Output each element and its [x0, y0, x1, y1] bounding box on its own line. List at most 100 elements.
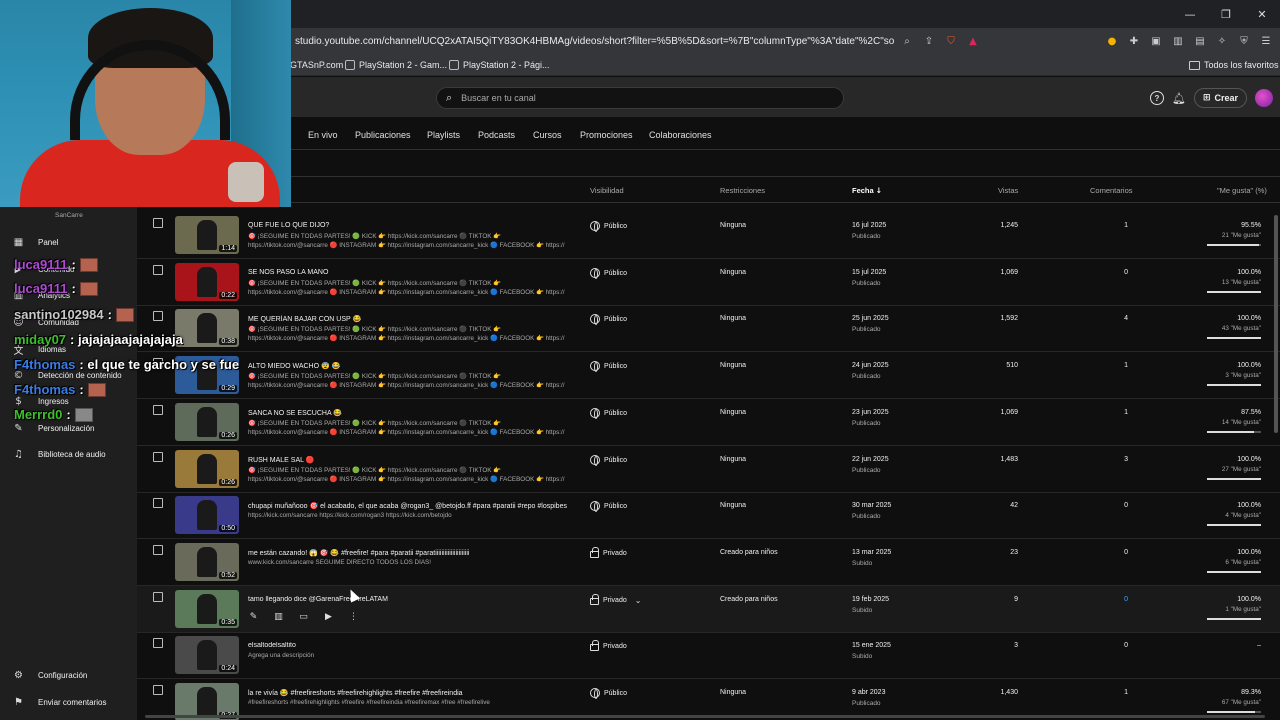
table-row[interactable]: 0:22 SE NOS PASÓ LA MANO 🎯 ¡SEGUIME EN TOD… [137, 259, 1280, 306]
column-comments[interactable]: Comentarios [1090, 186, 1133, 195]
video-title[interactable]: chupapi muñañooo 🎯 el acabado, el que ac… [248, 502, 568, 510]
edit-icon[interactable]: ✎ [248, 611, 259, 622]
chevron-down-icon[interactable]: ⌄ [635, 596, 642, 605]
sidebar-item-settings[interactable]: ⚙ Configuración [13, 670, 87, 681]
sidebar-item-earn[interactable]: $ Ingresos [13, 396, 68, 407]
video-thumbnail[interactable]: 0:52 [175, 543, 239, 581]
video-title[interactable]: SANCA NO SE ESCUCHA 😂 [248, 409, 568, 417]
video-thumbnail[interactable]: 0:22 [175, 263, 239, 301]
video-thumbnail[interactable]: 0:38 [175, 309, 239, 347]
all-bookmarks[interactable]: Todos los favoritos [1189, 60, 1279, 70]
video-thumbnail[interactable]: 0:35 [175, 590, 239, 628]
brave-shield-icon[interactable]: ⛉ [944, 34, 958, 48]
row-checkbox[interactable] [153, 685, 163, 695]
table-row[interactable]: 0:38 ME QUERÍAN BAJAR CON USP 😂 🎯 ¡SEGUIME… [137, 305, 1280, 352]
visibility-cell[interactable]: Privado [590, 640, 627, 651]
column-visibility[interactable]: Visibilidad [590, 186, 624, 195]
vertical-scrollbar[interactable] [1274, 215, 1278, 433]
row-checkbox[interactable] [153, 545, 163, 555]
sidebar-item-feedback[interactable]: ⚑ Enviar comentarios [13, 697, 106, 708]
sidebar-item-dashboard[interactable]: ▦ Panel [13, 237, 59, 248]
minimize-icon[interactable]: — [1172, 0, 1208, 28]
column-likes[interactable]: "Me gusta" (%) [1217, 186, 1267, 195]
more-options-icon[interactable]: ⋮ [348, 611, 359, 622]
video-thumbnail[interactable]: 0:50 [175, 496, 239, 534]
visibility-cell[interactable]: Público [590, 501, 627, 512]
video-thumbnail[interactable]: 0:24 [175, 636, 239, 674]
visibility-cell[interactable]: Público [590, 221, 627, 232]
column-views[interactable]: Vistas [998, 186, 1018, 195]
url-field[interactable]: studio.youtube.com/channel/UCQ2xATAI5QiT… [295, 36, 895, 47]
tab-podcasts[interactable]: Podcasts [478, 130, 515, 140]
row-checkbox[interactable] [153, 592, 163, 602]
column-restrictions[interactable]: Restricciones [720, 186, 765, 195]
row-checkbox[interactable] [153, 311, 163, 321]
horizontal-scrollbar[interactable] [145, 715, 1265, 718]
visibility-cell[interactable]: Público [590, 455, 627, 466]
bookmark-item[interactable]: PlayStation 2 - Gam... [345, 60, 447, 70]
sidebar-toggle-icon[interactable]: ▥ [1171, 34, 1185, 48]
bookmark-item[interactable]: GTASnP.com [290, 60, 343, 70]
row-checkbox[interactable] [153, 218, 163, 228]
visibility-cell[interactable]: Público [590, 408, 627, 419]
close-icon[interactable]: ✕ [1244, 0, 1280, 28]
video-title[interactable]: tamo llegando dice @GarenaFreeFireLATAM [248, 596, 568, 603]
youtube-icon[interactable]: ▶ [323, 611, 334, 622]
tab-courses[interactable]: Cursos [533, 130, 562, 140]
help-icon[interactable]: ? [1150, 91, 1164, 105]
brave-rewards-icon[interactable]: ▲ [966, 34, 980, 48]
extension-box-icon[interactable]: ▣ [1149, 34, 1163, 48]
video-title[interactable]: la re vivía 😂 #freefireshorts #freefireh… [248, 689, 568, 697]
wallet-icon[interactable]: ▤ [1193, 34, 1207, 48]
video-thumbnail[interactable]: 1:14 [175, 216, 239, 254]
visibility-cell[interactable]: Privado [590, 547, 627, 558]
column-date[interactable]: Fecha ↓ [852, 186, 882, 195]
table-row[interactable]: 0:27la re vivía 😂 #freefireshorts #freef… [137, 679, 1280, 720]
table-row[interactable]: 1:14 QUE FUE LO QUE DIJO? 🎯 ¡SEGUIME EN TO… [137, 212, 1280, 259]
video-thumbnail[interactable]: 0:26 [175, 450, 239, 488]
tab-promotions[interactable]: Promociones [580, 130, 633, 140]
restore-icon[interactable]: ❐ [1208, 0, 1244, 28]
video-thumbnail[interactable]: 0:26 [175, 403, 239, 441]
comments-icon[interactable]: ▭ [298, 611, 309, 622]
video-title[interactable]: RUSH MALE SAL 🔴 [248, 456, 568, 464]
tab-live[interactable]: En vivo [308, 130, 338, 140]
video-title[interactable]: ALTO MIEDO WACHO 😨 😂 [248, 362, 568, 370]
share-icon[interactable]: ⇪ [922, 34, 936, 48]
row-checkbox[interactable] [153, 405, 163, 415]
table-row[interactable]: 0:26 SANCA NO SE ESCUCHA 😂 🎯 ¡SEGUIME EN T… [137, 399, 1280, 446]
video-title[interactable]: SE NOS PASÓ LA MANO [248, 269, 568, 276]
video-title[interactable]: ME QUERÍAN BAJAR CON USP 😂 [248, 315, 568, 323]
analytics-icon[interactable]: ▥ [273, 611, 284, 622]
leo-ai-icon[interactable]: ✧ [1215, 34, 1229, 48]
row-checkbox[interactable] [153, 265, 163, 275]
table-row[interactable]: 0:35 tamo llegando dice @GarenaFreeFireLA… [137, 586, 1280, 633]
table-row[interactable]: 0:24 elsaltodelsaltito Agrega una descripc… [137, 632, 1280, 679]
extensions-icon[interactable]: ✚ [1127, 34, 1141, 48]
visibility-cell[interactable]: Público [590, 361, 627, 372]
table-row[interactable]: 0:29 ALTO MIEDO WACHO 😨 😂 🎯 ¡SEGUIME EN TO… [137, 352, 1280, 399]
table-row[interactable]: 0:50 chupapi muñañooo 🎯 el acabado, el qu… [137, 492, 1280, 539]
comments-cell[interactable]: 0 [1124, 596, 1128, 603]
tab-collaborations[interactable]: Colaboraciones [649, 130, 712, 140]
menu-icon[interactable]: ☰ [1259, 34, 1273, 48]
video-title[interactable]: QUE FUE LO QUE DIJO? [248, 222, 568, 229]
row-checkbox[interactable] [153, 452, 163, 462]
tab-posts[interactable]: Publicaciones [355, 130, 411, 140]
sidebar-item-audio-library[interactable]: ♫ Biblioteca de audio [13, 449, 106, 460]
account-avatar[interactable] [1255, 89, 1274, 107]
table-row[interactable]: 0:26 RUSH MALE SAL 🔴 🎯 ¡SEGUIME EN TODAS P… [137, 446, 1280, 493]
zoom-icon[interactable]: ⌕ [900, 34, 914, 48]
table-row[interactable]: 0:52 me están cazando! 😱 🎯 😂 #freefire! #… [137, 539, 1280, 586]
sidebar-item-customization[interactable]: ✎ Personalización [13, 423, 94, 434]
bookmark-item[interactable]: PlayStation 2 - Pági... [449, 60, 550, 70]
video-title[interactable]: me están cazando! 😱 🎯 😂 #freefire! #para… [248, 549, 568, 557]
visibility-cell[interactable]: Público [590, 688, 627, 699]
row-checkbox[interactable] [153, 638, 163, 648]
vpn-icon[interactable]: ⛨ [1237, 34, 1251, 48]
visibility-cell[interactable]: Privado ⌄ [590, 594, 642, 605]
extension-color-icon[interactable]: ● [1105, 34, 1119, 48]
visibility-cell[interactable]: Público [590, 268, 627, 279]
visibility-cell[interactable]: Público [590, 314, 627, 325]
create-button[interactable]: ⊞ Crear [1193, 88, 1248, 108]
